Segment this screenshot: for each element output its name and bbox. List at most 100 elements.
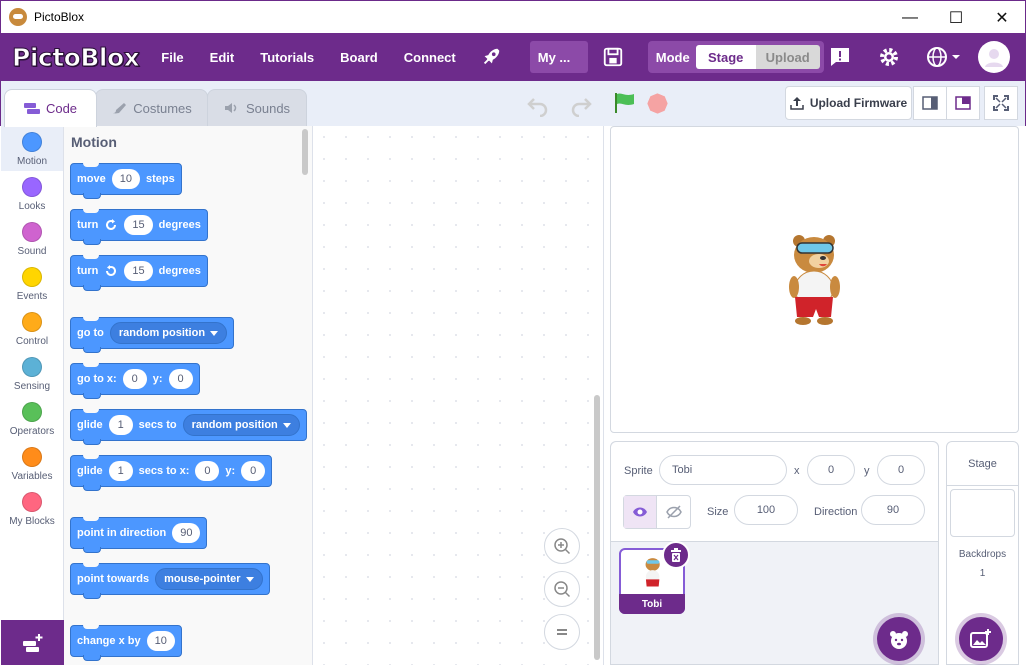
green-flag-icon[interactable]: [614, 93, 636, 113]
glide-xy-secs-input[interactable]: 1: [108, 461, 133, 481]
stage-thumbnail[interactable]: [950, 489, 1015, 537]
sprite-x-input[interactable]: 0: [807, 455, 855, 485]
fullscreen-button[interactable]: [984, 86, 1018, 120]
block-go-to-xy[interactable]: go to x: 0 y: 0: [70, 363, 200, 399]
normal-stage-button[interactable]: [946, 86, 980, 120]
go-to-x-input[interactable]: 0: [122, 369, 147, 389]
feedback-icon[interactable]: [828, 45, 852, 69]
rotate-clockwise-icon: [106, 219, 117, 230]
glide-y-input[interactable]: 0: [241, 461, 266, 481]
visibility-toggle: [623, 495, 691, 529]
block-turn-right[interactable]: turn 15 degrees: [70, 209, 208, 245]
tobi-bear-sprite[interactable]: [783, 231, 847, 327]
category-variables[interactable]: Variables: [1, 441, 63, 486]
menu-file[interactable]: File: [161, 50, 183, 65]
zoom-in-button[interactable]: [544, 528, 580, 564]
sensing-dot-icon: [22, 357, 42, 377]
palette-scrollbar[interactable]: [302, 129, 308, 175]
sprite-y-input[interactable]: 0: [877, 455, 925, 485]
glide-target-dropdown[interactable]: random position: [182, 414, 300, 436]
block-categories: Motion Looks Sound Events Control Sensin…: [1, 126, 64, 620]
zoom-reset-button[interactable]: [544, 614, 580, 650]
mode-switch: Mode Stage Upload: [647, 41, 824, 73]
variables-dot-icon: [22, 447, 42, 467]
block-change-x-by[interactable]: change x by 10: [70, 625, 182, 661]
glide-x-input[interactable]: 0: [195, 461, 220, 481]
fullscreen-icon: [993, 95, 1009, 111]
point-towards-dropdown[interactable]: mouse-pointer: [155, 568, 263, 590]
tab-sounds[interactable]: Sounds: [207, 89, 307, 126]
category-looks[interactable]: Looks: [1, 171, 63, 216]
move-steps-input[interactable]: 10: [111, 169, 140, 189]
eye-icon: [633, 507, 647, 517]
category-operators[interactable]: Operators: [1, 396, 63, 441]
redo-icon[interactable]: [569, 93, 593, 117]
small-stage-button[interactable]: [913, 86, 947, 120]
trash-icon: [671, 548, 681, 562]
small-stage-icon: [922, 96, 938, 110]
mode-label: Mode: [655, 49, 690, 65]
sprite-direction-input[interactable]: 90: [861, 495, 925, 525]
window-controls: — ☐ ✕: [887, 1, 1025, 34]
turn-left-degrees-input[interactable]: 15: [124, 261, 153, 281]
add-sprite-button[interactable]: [877, 617, 921, 661]
sprite-name-input[interactable]: Tobi: [659, 455, 787, 485]
dropdown-caret-icon: [245, 576, 254, 582]
go-to-y-input[interactable]: 0: [168, 369, 193, 389]
dropdown-caret-icon: [282, 422, 291, 428]
delete-sprite-button[interactable]: [662, 541, 690, 569]
sprite-size-input[interactable]: 100: [734, 495, 798, 525]
direction-input[interactable]: 90: [172, 523, 201, 543]
stage-canvas[interactable]: [610, 126, 1019, 433]
tobi-thumb-icon: [645, 558, 660, 587]
add-backdrop-button[interactable]: [959, 617, 1003, 661]
tab-sounds-label: Sounds: [245, 100, 291, 116]
block-point-towards[interactable]: point towards mouse-pointer: [70, 563, 270, 599]
category-motion[interactable]: Motion: [1, 126, 63, 171]
turn-right-degrees-input[interactable]: 15: [124, 215, 153, 235]
upload-firmware-button[interactable]: Upload Firmware: [785, 86, 912, 120]
minimize-button[interactable]: —: [887, 1, 933, 34]
close-button[interactable]: ✕: [979, 1, 1025, 34]
hide-sprite-button[interactable]: [657, 496, 690, 528]
looks-dot-icon: [22, 177, 42, 197]
block-turn-left[interactable]: turn 15 degrees: [70, 255, 208, 291]
zoom-out-button[interactable]: [544, 571, 580, 607]
menu-connect[interactable]: Connect: [404, 50, 456, 65]
add-extension-icon: [22, 633, 42, 652]
tab-code[interactable]: Code: [4, 89, 97, 127]
user-avatar[interactable]: [978, 41, 1010, 73]
go-to-target-dropdown[interactable]: random position: [109, 322, 228, 344]
menu-edit[interactable]: Edit: [210, 50, 235, 65]
menu-board[interactable]: Board: [340, 50, 378, 65]
menu-tutorials[interactable]: Tutorials: [260, 50, 314, 65]
blocks-palette: Motion move 10 steps turn 15 degrees tur…: [64, 126, 313, 665]
add-extension-button[interactable]: [1, 620, 64, 665]
block-move-steps[interactable]: move 10 steps: [70, 163, 182, 199]
maximize-button[interactable]: ☐: [933, 1, 979, 34]
category-sensing[interactable]: Sensing: [1, 351, 63, 396]
block-go-to[interactable]: go to random position: [70, 317, 235, 353]
category-control[interactable]: Control: [1, 306, 63, 351]
block-point-in-direction[interactable]: point in direction 90: [70, 517, 208, 553]
category-events[interactable]: Events: [1, 261, 63, 306]
category-sound[interactable]: Sound: [1, 216, 63, 261]
glide-secs-input[interactable]: 1: [108, 415, 133, 435]
tab-costumes[interactable]: Costumes: [95, 89, 208, 126]
project-name-field[interactable]: My ...: [529, 41, 588, 73]
mode-stage-button[interactable]: Stage: [695, 45, 756, 69]
language-globe-icon[interactable]: [926, 45, 962, 69]
undo-icon[interactable]: [526, 93, 550, 117]
block-glide-to-xy[interactable]: glide 1 secs to x: 0 y: 0: [70, 455, 273, 491]
pictoblox-logo[interactable]: PictoBlox: [11, 42, 140, 72]
mode-upload-button[interactable]: Upload: [755, 45, 820, 69]
settings-gear-icon[interactable]: [877, 45, 901, 69]
workspace-scrollbar[interactable]: [594, 395, 600, 660]
category-my-blocks[interactable]: My Blocks: [1, 486, 63, 531]
show-sprite-button[interactable]: [624, 496, 658, 528]
change-x-input[interactable]: 10: [146, 631, 175, 651]
save-icon[interactable]: [602, 46, 624, 68]
rocket-icon[interactable]: [480, 46, 502, 68]
events-dot-icon: [22, 267, 42, 287]
block-glide-to[interactable]: glide 1 secs to random position: [70, 409, 307, 445]
